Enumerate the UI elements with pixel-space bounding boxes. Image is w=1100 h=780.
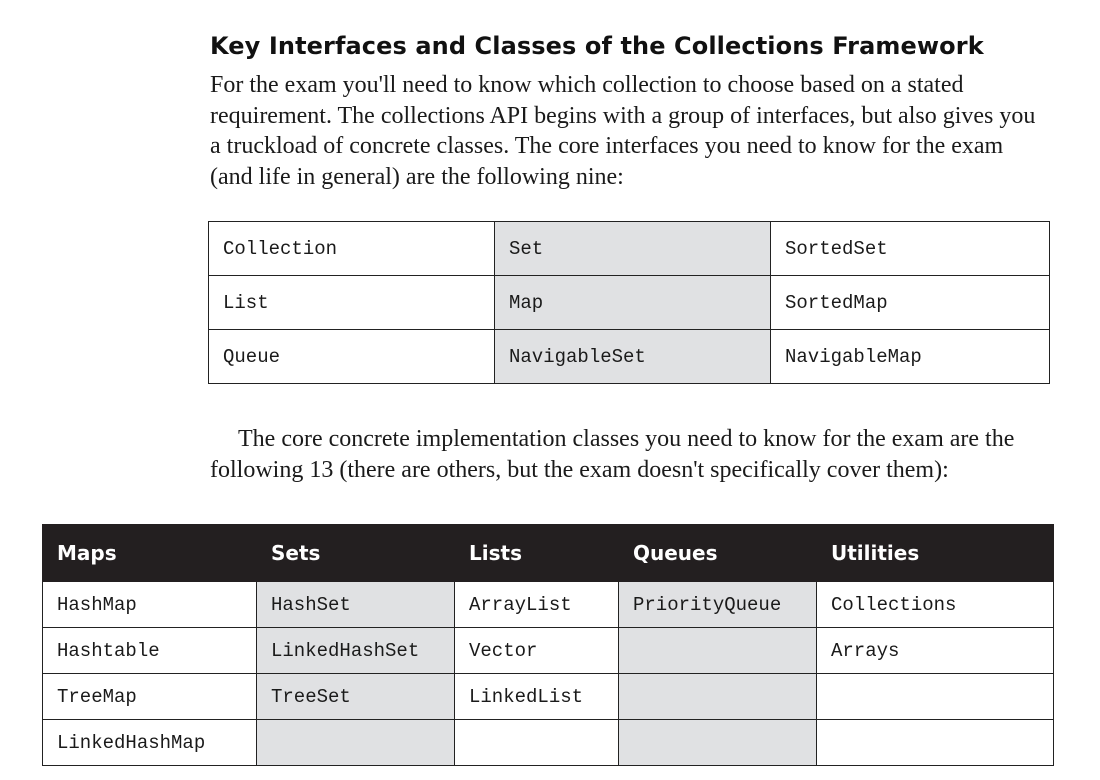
table-cell: LinkedList (454, 673, 619, 720)
table-cell: List (208, 275, 495, 330)
table-cell: LinkedHashMap (42, 719, 257, 766)
table-cell: SortedSet (770, 221, 1050, 276)
table-cell: Collection (208, 221, 495, 276)
table-row: List Map SortedMap (208, 275, 1050, 330)
table-cell: Hashtable (42, 627, 257, 674)
column-header-sets: Sets (256, 524, 455, 582)
table-cell (618, 719, 817, 766)
table-cell (618, 627, 817, 674)
table-cell (816, 673, 1054, 720)
table-row: Collection Set SortedSet (208, 221, 1050, 276)
table-cell (618, 673, 817, 720)
intro-paragraph: For the exam you'll need to know which c… (210, 72, 1036, 190)
table-row: LinkedHashMap (42, 719, 1054, 766)
column-header-maps: Maps (42, 524, 257, 582)
table-cell: HashMap (42, 581, 257, 628)
table-cell: Arrays (816, 627, 1054, 674)
table-cell: Queue (208, 329, 495, 384)
table-cell: NavigableSet (494, 329, 771, 384)
core-interfaces-table: Collection Set SortedSet List Map Sorted… (208, 221, 1050, 384)
concrete-classes-table: Maps Sets Lists Queues Utilities HashMap… (42, 524, 1054, 766)
table-cell (256, 719, 455, 766)
table-row: TreeMap TreeSet LinkedList (42, 673, 1054, 720)
table-cell: HashSet (256, 581, 455, 628)
table-cell: NavigableMap (770, 329, 1050, 384)
table-cell: SortedMap (770, 275, 1050, 330)
table-cell: Vector (454, 627, 619, 674)
table-cell: ArrayList (454, 581, 619, 628)
table-cell: LinkedHashSet (256, 627, 455, 674)
classes-paragraph: The core concrete implementation classes… (210, 426, 1015, 483)
table-cell: Collections (816, 581, 1054, 628)
table-row: Hashtable LinkedHashSet Vector Arrays (42, 627, 1054, 674)
column-header-queues: Queues (618, 524, 817, 582)
table-row: HashMap HashSet ArrayList PriorityQueue … (42, 581, 1054, 628)
table-cell (454, 719, 619, 766)
column-header-lists: Lists (454, 524, 619, 582)
table-cell (816, 719, 1054, 766)
table-cell: TreeMap (42, 673, 257, 720)
table-cell: PriorityQueue (618, 581, 817, 628)
section-heading: Key Interfaces and Classes of the Collec… (210, 32, 984, 60)
table-cell: Map (494, 275, 771, 330)
table-cell: Set (494, 221, 771, 276)
column-header-utilities: Utilities (816, 524, 1054, 582)
table-header-row: Maps Sets Lists Queues Utilities (42, 524, 1054, 582)
table-row: Queue NavigableSet NavigableMap (208, 329, 1050, 384)
table-cell: TreeSet (256, 673, 455, 720)
